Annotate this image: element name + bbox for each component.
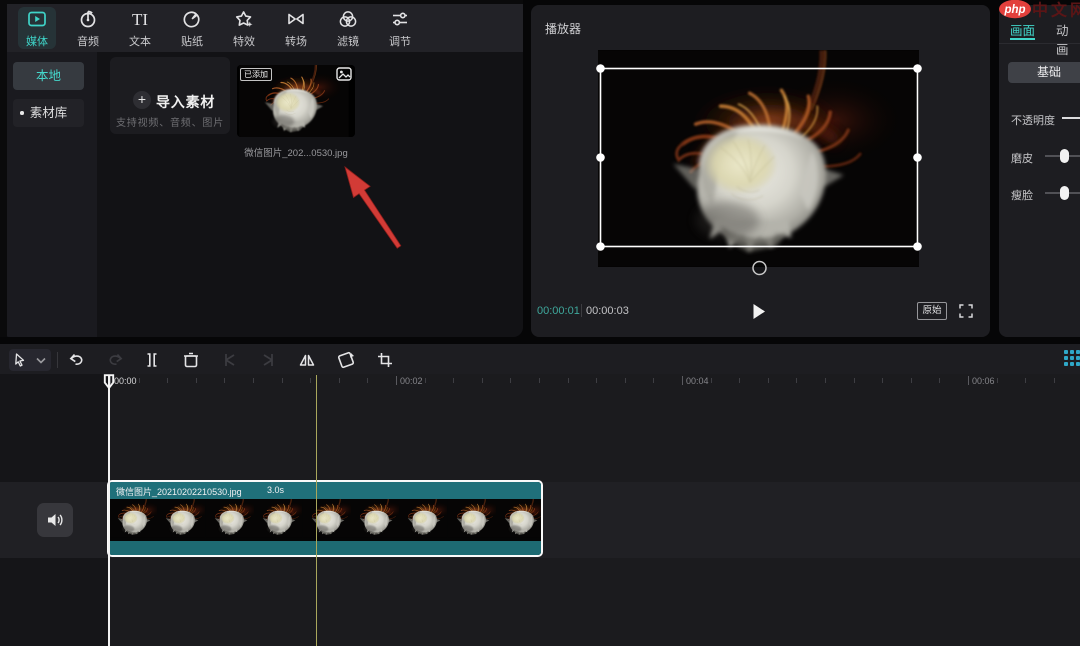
svg-text:中文网: 中文网 xyxy=(1032,1,1080,20)
svg-text:php: php xyxy=(1003,4,1025,16)
svg-text:TI: TI xyxy=(132,10,148,29)
